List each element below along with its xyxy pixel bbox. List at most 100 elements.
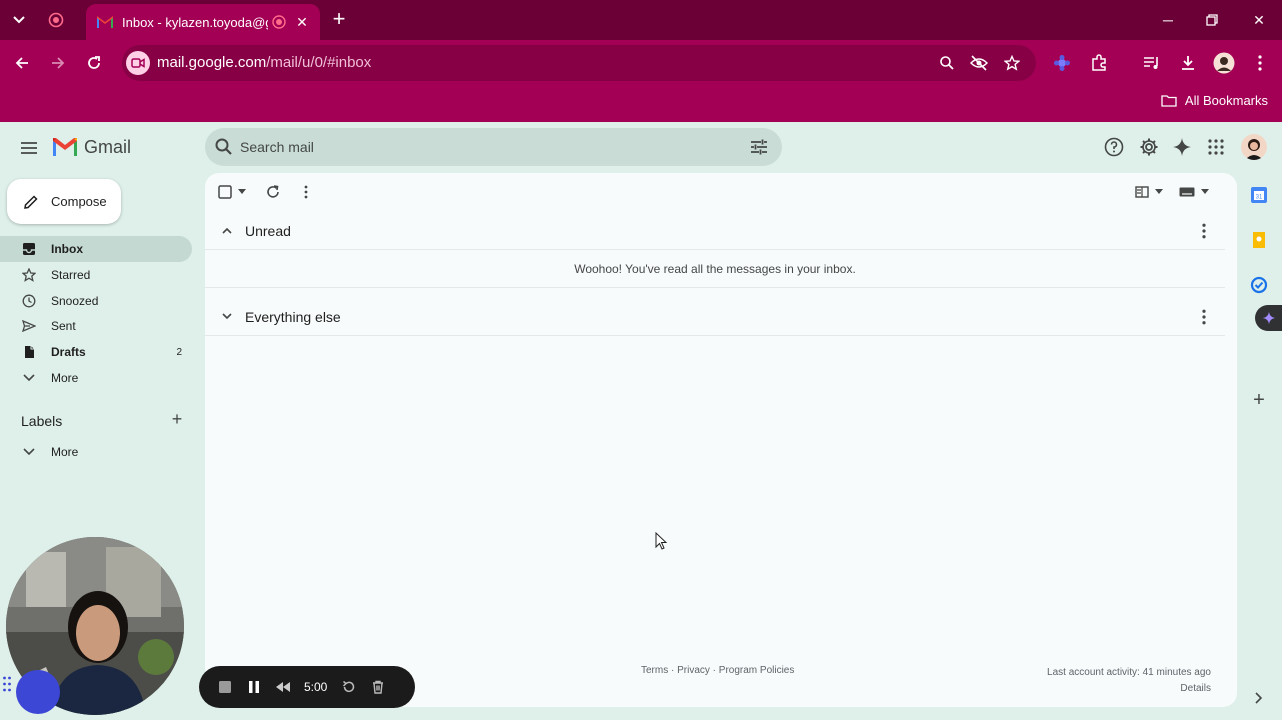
tracking-protection-button[interactable] <box>967 51 991 75</box>
section-options-icon[interactable] <box>1201 223 1207 239</box>
zoom-button[interactable] <box>935 51 959 75</box>
stop-recording-button[interactable] <box>215 677 235 697</box>
footer-links[interactable]: Terms · Privacy · Program Policies <box>641 665 794 676</box>
puzzle-icon <box>1092 54 1106 71</box>
gear-icon <box>1140 138 1158 156</box>
keep-icon[interactable] <box>1250 231 1268 249</box>
rewind-button[interactable] <box>273 677 293 697</box>
profile-button[interactable] <box>1212 51 1236 75</box>
reload-button[interactable] <box>82 51 106 75</box>
restore-button[interactable] <box>1199 8 1225 32</box>
chevron-down-icon[interactable] <box>217 313 237 320</box>
settings-button[interactable] <box>1138 136 1160 158</box>
minimize-button[interactable]: ─ <box>1155 8 1181 32</box>
all-bookmarks-button[interactable]: All Bookmarks <box>1161 90 1268 110</box>
extensions-menu-button[interactable] <box>1087 51 1111 75</box>
close-window-button[interactable]: ✕ <box>1246 8 1272 32</box>
sidebar-item-sent[interactable]: Sent <box>0 313 192 339</box>
sidebar-item-more[interactable]: More <box>0 365 192 391</box>
caret-down-icon <box>1201 189 1209 194</box>
more-actions-button[interactable] <box>300 184 312 200</box>
search-options-icon[interactable] <box>749 137 769 157</box>
downloads-button[interactable] <box>1176 51 1200 75</box>
gmail-logo-icon[interactable] <box>52 137 78 157</box>
recording-controls: 5:00 <box>199 666 415 708</box>
arrow-right-icon <box>52 57 65 69</box>
forward-button[interactable] <box>46 51 70 75</box>
gemini-button[interactable] <box>1171 136 1193 158</box>
compose-button[interactable]: Compose <box>7 179 121 224</box>
search-input[interactable] <box>240 136 720 158</box>
sidebar-item-snoozed[interactable]: Snoozed <box>0 288 192 314</box>
last-activity-text: Last account activity: 41 minutes ago <box>1047 667 1211 678</box>
sparkle-icon <box>1262 311 1276 325</box>
section-options-icon[interactable] <box>1201 309 1207 325</box>
sidebar-item-starred[interactable]: Starred <box>0 262 192 288</box>
browser-menu-button[interactable] <box>1248 51 1272 75</box>
sidebar-item-label: Snoozed <box>51 294 99 308</box>
input-tools-toggle[interactable] <box>1179 184 1209 200</box>
gmail-favicon-icon <box>97 16 113 28</box>
split-pane-toggle[interactable] <box>1134 184 1164 200</box>
select-all-checkbox[interactable] <box>217 184 247 200</box>
drag-handle-icon[interactable] <box>2 676 12 692</box>
pause-recording-button[interactable] <box>244 677 264 697</box>
refresh-button[interactable] <box>265 184 281 200</box>
back-button[interactable] <box>10 51 34 75</box>
recording-indicator-icon <box>272 15 286 29</box>
support-button[interactable] <box>1103 136 1125 158</box>
tab-title: Inbox - kylazen.toyoda@gm <box>122 14 268 30</box>
send-icon <box>21 318 37 334</box>
checkbox-icon <box>218 185 232 199</box>
chevron-up-icon[interactable] <box>217 227 237 234</box>
get-addons-button[interactable]: + <box>1249 390 1269 410</box>
pause-icon <box>249 681 259 693</box>
gemini-side-button[interactable] <box>1255 305 1282 331</box>
labels-heading: Labels <box>21 413 63 429</box>
tasks-icon[interactable] <box>1250 276 1268 294</box>
section-unread[interactable]: Unread <box>205 212 1225 250</box>
delete-recording-button[interactable] <box>368 677 388 697</box>
labels-more-label: More <box>51 445 79 459</box>
clock-icon <box>21 293 37 309</box>
reload-icon <box>88 56 100 69</box>
bookmark-star-button[interactable] <box>1000 51 1024 75</box>
calendar-icon[interactable]: 31 <box>1250 186 1268 204</box>
site-info-icon[interactable] <box>126 51 150 75</box>
recording-tab[interactable] <box>46 10 66 30</box>
main-menu-button[interactable] <box>16 135 42 161</box>
extension-button[interactable] <box>1050 51 1074 75</box>
google-apps-button[interactable] <box>1205 136 1227 158</box>
media-controls-button[interactable] <box>1140 51 1164 75</box>
active-tab[interactable]: Inbox - kylazen.toyoda@gm ✕ <box>86 4 320 40</box>
recording-timer: 5:00 <box>304 680 328 694</box>
sidebar-item-drafts[interactable]: Drafts 2 <box>0 339 192 365</box>
camera-record-icon <box>131 58 145 68</box>
close-tab-icon[interactable]: ✕ <box>294 14 310 30</box>
sidebar-item-inbox[interactable]: Inbox <box>0 236 192 262</box>
sidebar-item-label: Inbox <box>51 242 83 256</box>
restart-recording-button[interactable] <box>339 677 359 697</box>
search-icon[interactable] <box>214 137 234 157</box>
chevron-right-icon[interactable] <box>1254 692 1264 704</box>
labels-more[interactable]: More <box>0 439 192 465</box>
restart-icon <box>343 680 355 693</box>
account-activity: Last account activity: 41 minutes ago De… <box>1047 665 1211 697</box>
tab-search-button[interactable] <box>6 7 32 33</box>
stop-icon <box>219 681 231 693</box>
gmail-logo-text: Gmail <box>84 137 132 157</box>
rewind-icon <box>276 682 290 692</box>
new-tab-button[interactable]: + <box>328 8 350 31</box>
details-link[interactable]: Details <box>1047 681 1211 697</box>
hamburger-icon <box>21 142 37 154</box>
recorder-bubble-button[interactable] <box>16 670 60 714</box>
chevron-down-icon <box>21 370 37 386</box>
svg-text:31: 31 <box>1256 195 1263 201</box>
keyboard-icon <box>1179 187 1195 197</box>
account-avatar[interactable] <box>1241 134 1267 160</box>
url-text[interactable]: mail.google.com/mail/u/0/#inbox <box>157 54 371 71</box>
apps-grid-icon <box>1208 139 1224 155</box>
inbox-icon <box>21 241 37 257</box>
section-everything-else[interactable]: Everything else <box>205 298 1225 336</box>
create-label-button[interactable]: + <box>168 410 186 429</box>
